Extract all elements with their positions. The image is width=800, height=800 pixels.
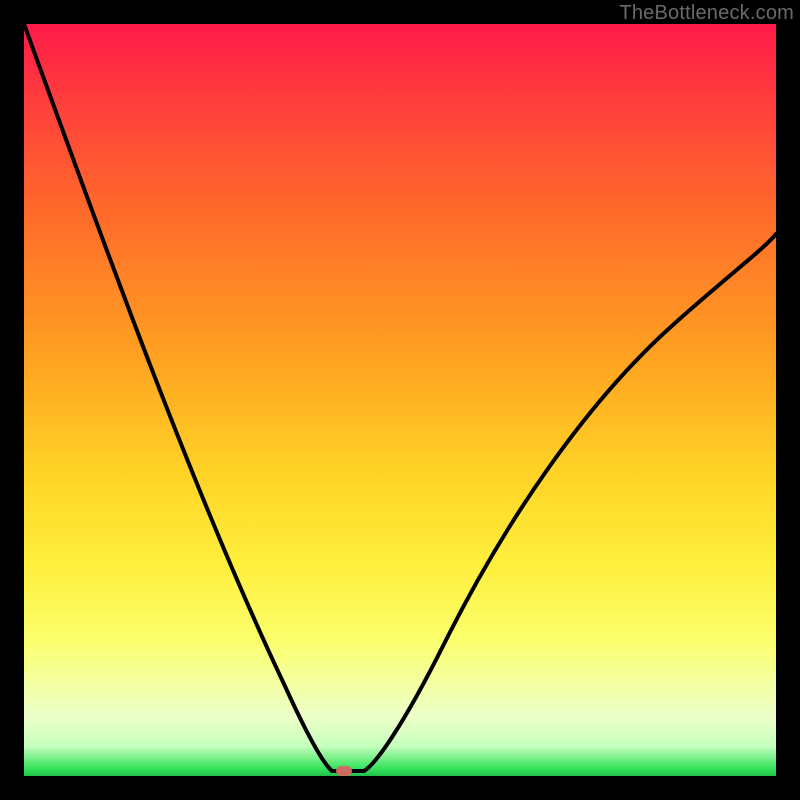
plot-area [24, 24, 776, 776]
bottleneck-marker [336, 766, 352, 776]
bottleneck-curve [24, 24, 776, 776]
chart-frame: TheBottleneck.com [0, 0, 800, 800]
curve-path [24, 24, 776, 771]
watermark-text: TheBottleneck.com [619, 2, 794, 25]
